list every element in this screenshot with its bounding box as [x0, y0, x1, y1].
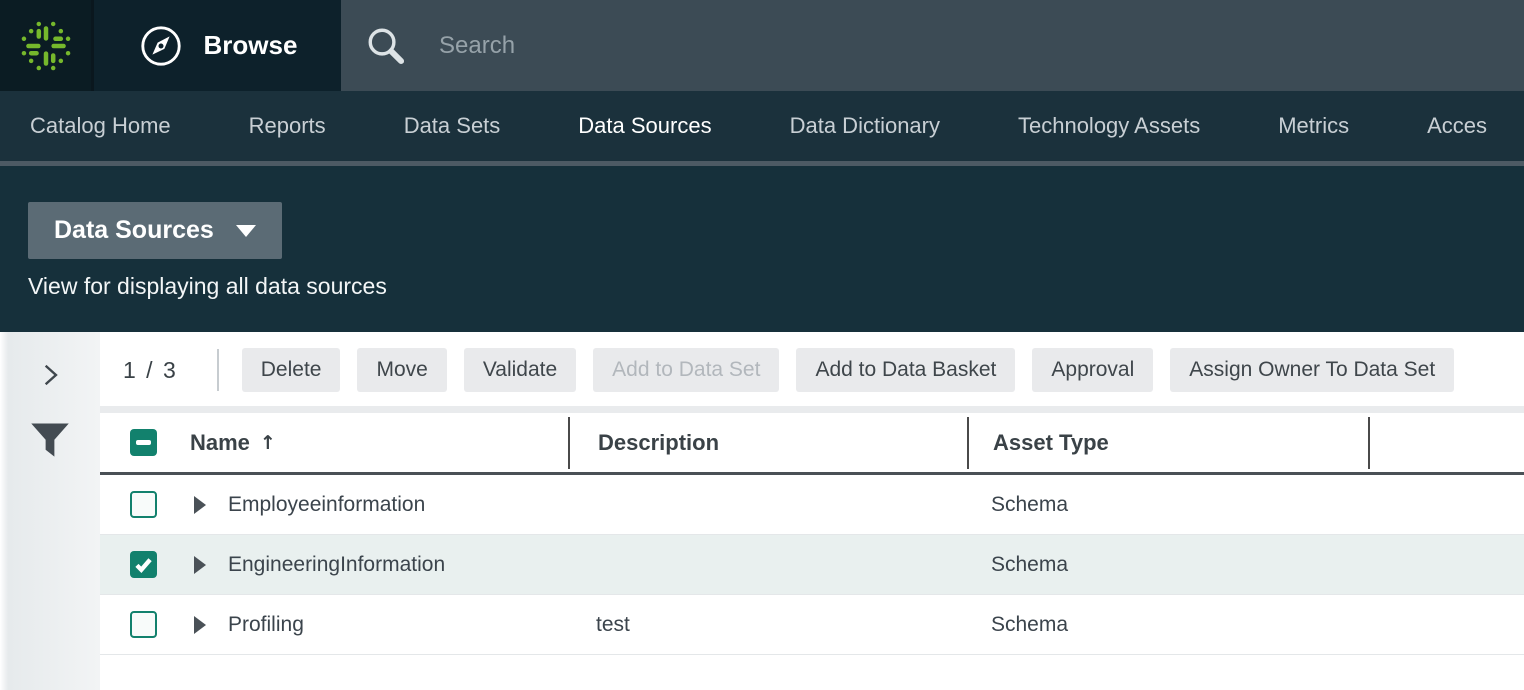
app-logo[interactable] [0, 0, 91, 91]
row-checkbox[interactable] [130, 611, 157, 638]
nav-item-catalog-home[interactable]: Catalog Home [30, 91, 171, 161]
row-name[interactable]: Profiling [228, 613, 304, 637]
row-name[interactable]: Employeeinformation [228, 493, 425, 517]
row-asset-type: Schema [991, 613, 1068, 637]
triangle-right-icon[interactable] [194, 556, 206, 574]
triangle-right-icon[interactable] [194, 616, 206, 634]
view-selector-label: Data Sources [54, 216, 214, 245]
filter-sidebar [0, 332, 100, 690]
caret-down-icon [236, 225, 256, 237]
search-bar[interactable] [341, 0, 1524, 91]
table-body: Employeeinformation Schema EngineeringIn… [100, 475, 1524, 655]
chevron-right-icon [37, 362, 63, 388]
view-header: Data Sources View for displaying all dat… [0, 166, 1524, 332]
row-description: test [596, 613, 630, 637]
nav-item-technology-assets[interactable]: Technology Assets [1018, 91, 1200, 161]
column-header-empty [1368, 417, 1524, 469]
add-to-data-basket-button[interactable]: Add to Data Basket [796, 348, 1015, 392]
select-all-checkbox[interactable] [130, 429, 157, 456]
sort-asc-icon: ↑ [260, 432, 276, 454]
data-sources-panel: 1 / 3 Delete Move Validate Add to Data Set A… [100, 332, 1524, 690]
toolbar-divider [217, 349, 219, 391]
content-area: 1 / 3 Delete Move Validate Add to Data Set A… [0, 332, 1524, 690]
bulk-action-toolbar: 1 / 3 Delete Move Validate Add to Data Set A… [123, 348, 1524, 392]
check-icon [133, 554, 154, 575]
funnel-icon [30, 422, 70, 460]
approval-button[interactable]: Approval [1032, 348, 1153, 392]
column-header-asset-type[interactable]: Asset Type [967, 417, 1368, 469]
sidebar-expand-button[interactable] [37, 362, 63, 388]
page-indicator: 1 / 3 [123, 357, 178, 384]
add-to-data-set-button: Add to Data Set [593, 348, 779, 392]
row-asset-type: Schema [991, 493, 1068, 517]
browse-button[interactable]: Browse [91, 0, 341, 91]
table-row[interactable]: Profiling test Schema [100, 595, 1524, 655]
row-name[interactable]: EngineeringInformation [228, 553, 445, 577]
nav-item-metrics[interactable]: Metrics [1278, 91, 1349, 161]
table-row[interactable]: EngineeringInformation Schema [100, 535, 1524, 595]
column-header-description[interactable]: Description [568, 417, 967, 469]
browse-label: Browse [204, 30, 298, 61]
view-description: View for displaying all data sources [28, 273, 1524, 300]
search-icon [365, 25, 407, 67]
nav-item-acces[interactable]: Acces [1427, 91, 1487, 161]
row-checkbox[interactable] [130, 551, 157, 578]
nav-item-data-sources[interactable]: Data Sources [578, 91, 711, 161]
search-input[interactable] [439, 32, 1524, 60]
table-row[interactable]: Employeeinformation Schema [100, 475, 1524, 535]
nav-item-reports[interactable]: Reports [249, 91, 326, 161]
table-header: Name ↑ Description Asset Type [100, 413, 1524, 475]
primary-nav: Catalog Home Reports Data Sets Data Sources… [0, 91, 1524, 166]
column-header-name[interactable]: Name ↑ [190, 430, 568, 456]
filter-button[interactable] [30, 422, 70, 460]
view-selector-button[interactable]: Data Sources [28, 202, 282, 259]
logo-icon [19, 19, 73, 73]
row-checkbox[interactable] [130, 491, 157, 518]
nav-item-data-sets[interactable]: Data Sets [404, 91, 501, 161]
nav-item-data-dictionary[interactable]: Data Dictionary [790, 91, 940, 161]
validate-button[interactable]: Validate [464, 348, 576, 392]
table-scroll-track [100, 406, 1524, 413]
indeterminate-icon [136, 440, 151, 445]
topbar: Browse [0, 0, 1524, 91]
triangle-right-icon[interactable] [194, 496, 206, 514]
assign-owner-to-data-set-button[interactable]: Assign Owner To Data Set [1170, 348, 1454, 392]
move-button[interactable]: Move [357, 348, 446, 392]
row-asset-type: Schema [991, 553, 1068, 577]
delete-button[interactable]: Delete [242, 348, 341, 392]
compass-icon [138, 23, 184, 69]
